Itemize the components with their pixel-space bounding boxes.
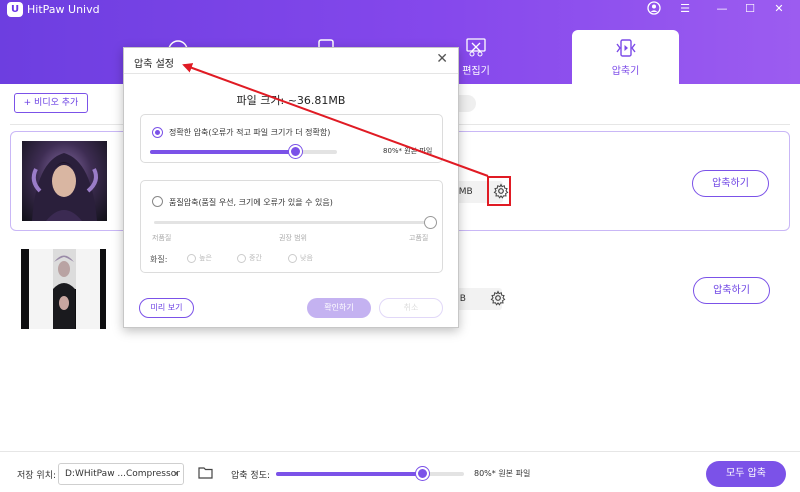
minimize-icon[interactable]: — bbox=[713, 1, 731, 17]
app-window: U HitPaw Univd ☰ — ☐ ✕ 편집기 압축기 + 비디오 추가 bbox=[0, 0, 800, 492]
folder-icon[interactable] bbox=[198, 465, 213, 480]
compress-button[interactable]: 압축하기 bbox=[693, 277, 770, 304]
video-thumbnail[interactable] bbox=[22, 141, 107, 221]
portrait-image bbox=[31, 153, 98, 221]
save-path-select[interactable]: D:WHitPaw ...Compressor ▾ bbox=[58, 463, 184, 485]
maximize-icon[interactable]: ☐ bbox=[741, 1, 759, 17]
group-photo-image bbox=[21, 249, 106, 329]
app-title: HitPaw Univd bbox=[27, 3, 100, 16]
tab-compressor-label: 압축기 bbox=[611, 66, 640, 77]
resolution-radio[interactable] bbox=[237, 253, 246, 263]
quality-mid-label: 권장 범위 bbox=[279, 234, 307, 242]
scissors-icon bbox=[466, 38, 486, 57]
close-window-icon[interactable]: ✕ bbox=[770, 1, 788, 17]
compression-level-text: 80%* 원본 파일 bbox=[474, 469, 531, 478]
resolution-option-low[interactable]: 낮음 bbox=[288, 253, 313, 263]
quality-compression-radio[interactable] bbox=[152, 196, 163, 207]
exact-compression-label: 정확한 압축(오류가 적고 파일 크기가 더 정확함) bbox=[169, 128, 331, 137]
exact-compression-option[interactable]: 정확한 압축(오류가 적고 파일 크기가 더 정확함) 80%* 원본 파일 bbox=[140, 114, 443, 163]
tab-compressor[interactable]: 압축기 bbox=[572, 30, 679, 84]
app-logo-icon: U bbox=[7, 2, 23, 17]
close-icon[interactable]: ✕ bbox=[436, 51, 448, 67]
save-location-label: 저장 위치: bbox=[17, 471, 57, 481]
chevron-down-icon: ▾ bbox=[173, 469, 178, 478]
resolution-label: 화질: bbox=[150, 255, 168, 264]
preview-button[interactable]: 미리 보기 bbox=[139, 298, 194, 318]
video-thumbnail[interactable] bbox=[21, 249, 106, 329]
compression-settings-dialog: 압축 설정 ✕ 파일 크기: ~36.81MB 정확한 압축(오류가 적고 파일… bbox=[123, 47, 459, 328]
slider-fill bbox=[150, 150, 296, 154]
footer-bar: 저장 위치: D:WHitPaw ...Compressor ▾ 압축 정도: … bbox=[0, 451, 800, 492]
save-path-value: D:WHitPaw ...Compressor bbox=[65, 469, 180, 479]
exact-compression-radio[interactable] bbox=[152, 127, 163, 138]
tab-editor-label: 편집기 bbox=[462, 66, 490, 77]
estimated-file-size: 파일 크기: ~36.81MB bbox=[236, 94, 346, 107]
quality-compression-label: 품질압축(품질 우선, 크기에 오류가 있을 수 있음) bbox=[169, 198, 333, 207]
slider-thumb[interactable] bbox=[289, 145, 303, 158]
quality-high-label: 고품질 bbox=[409, 234, 429, 242]
menu-icon[interactable]: ☰ bbox=[676, 1, 694, 17]
exact-level-slider[interactable] bbox=[150, 145, 337, 158]
dialog-title: 압축 설정 bbox=[134, 59, 174, 70]
annotation-highlight-box bbox=[487, 176, 511, 206]
compression-level-slider[interactable] bbox=[276, 467, 464, 480]
confirm-button[interactable]: 확인하기 bbox=[307, 298, 371, 318]
resolution-radio[interactable] bbox=[288, 253, 297, 263]
quality-level-slider[interactable] bbox=[154, 216, 437, 229]
slider-thumb[interactable] bbox=[416, 467, 430, 480]
resolution-radio[interactable] bbox=[187, 253, 196, 263]
compression-level-label: 압축 정도: bbox=[231, 471, 271, 481]
exact-level-text: 80%* 원본 파일 bbox=[383, 147, 433, 155]
compress-all-button[interactable]: 모두 압축 bbox=[706, 461, 786, 487]
slider-fill bbox=[276, 472, 423, 476]
slider-thumb[interactable] bbox=[423, 216, 437, 229]
compress-button[interactable]: 압축하기 bbox=[692, 170, 769, 197]
divider bbox=[124, 73, 458, 74]
cancel-button[interactable]: 취소 bbox=[379, 298, 443, 318]
quality-compression-option[interactable]: 품질압축(품질 우선, 크기에 오류가 있을 수 있음) 저품질 권장 범위 고… bbox=[140, 180, 443, 273]
resolution-option-medium[interactable]: 중간 bbox=[237, 253, 262, 263]
compress-icon bbox=[615, 39, 636, 57]
gear-icon[interactable] bbox=[490, 290, 506, 306]
quality-low-label: 저품질 bbox=[152, 234, 172, 242]
user-icon[interactable] bbox=[645, 1, 663, 17]
resolution-option-high[interactable]: 높은 bbox=[187, 253, 212, 263]
add-video-button[interactable]: + 비디오 추가 bbox=[14, 93, 88, 113]
